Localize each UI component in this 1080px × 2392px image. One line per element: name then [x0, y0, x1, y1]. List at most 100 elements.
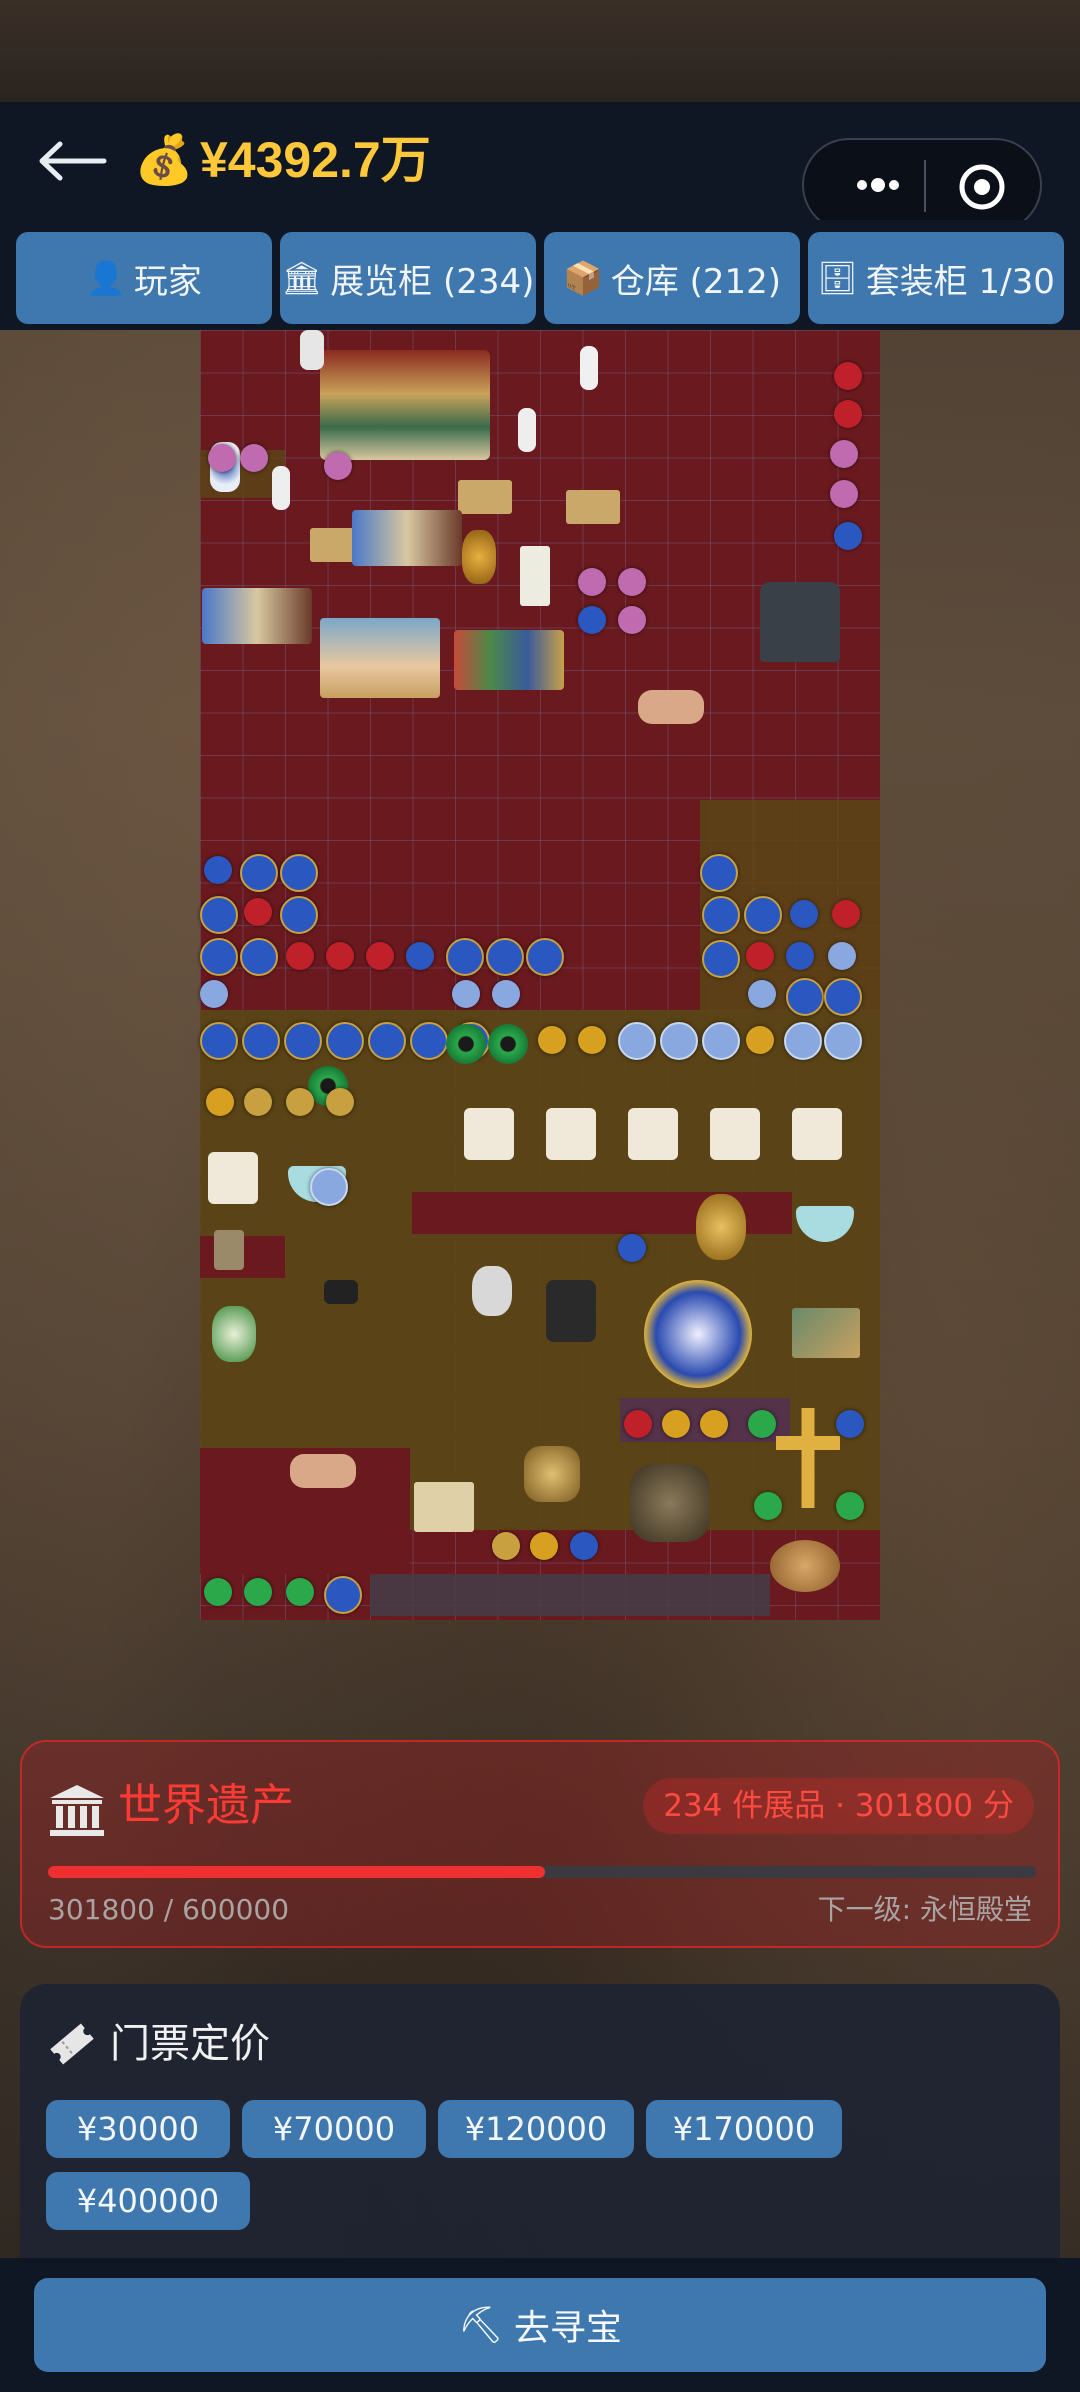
- faberge-egg-artifact[interactable]: [462, 530, 496, 584]
- figure-artifact[interactable]: [290, 1454, 356, 1488]
- gem[interactable]: [834, 522, 862, 550]
- incense-burner-artifact[interactable]: [630, 1464, 710, 1542]
- scroll-artifact[interactable]: [520, 546, 550, 606]
- gem[interactable]: [284, 1022, 322, 1060]
- jade-seal-artifact[interactable]: [464, 1108, 514, 1160]
- tablet-artifact[interactable]: [546, 1280, 596, 1342]
- gem[interactable]: [206, 1088, 234, 1116]
- gem[interactable]: [746, 942, 774, 970]
- clay-seal-artifact[interactable]: [770, 1540, 840, 1592]
- jade-seal-artifact[interactable]: [710, 1108, 760, 1160]
- gem[interactable]: [240, 938, 278, 976]
- price-option-button[interactable]: ¥170000: [646, 2100, 842, 2158]
- tab-warehouse[interactable]: 📦 仓库 (212): [544, 232, 800, 324]
- gem[interactable]: [824, 978, 862, 1016]
- gem[interactable]: [446, 938, 484, 976]
- gem[interactable]: [244, 1578, 272, 1606]
- price-option-button[interactable]: ¥30000: [46, 2100, 230, 2158]
- gem[interactable]: [326, 1088, 354, 1116]
- gem[interactable]: [366, 942, 394, 970]
- gem[interactable]: [280, 896, 318, 934]
- gem[interactable]: [832, 900, 860, 928]
- gem[interactable]: [702, 1022, 740, 1060]
- price-option-button[interactable]: ¥400000: [46, 2172, 250, 2230]
- gem[interactable]: [624, 1410, 652, 1438]
- gem[interactable]: [200, 980, 228, 1008]
- gem[interactable]: [660, 1022, 698, 1060]
- painting-artifact[interactable]: [352, 510, 462, 566]
- gem[interactable]: [286, 942, 314, 970]
- venus-painting-artifact[interactable]: [320, 618, 440, 698]
- gem[interactable]: [526, 938, 564, 976]
- statue-artifact[interactable]: [300, 330, 324, 370]
- jade-seal-artifact[interactable]: [208, 1152, 258, 1204]
- scale-artifact[interactable]: [214, 1230, 244, 1270]
- gem[interactable]: [578, 568, 606, 596]
- gem[interactable]: [326, 942, 354, 970]
- gem[interactable]: [406, 942, 434, 970]
- gem[interactable]: [578, 1026, 606, 1054]
- gem[interactable]: [702, 896, 740, 934]
- gem[interactable]: [244, 898, 272, 926]
- gem[interactable]: [280, 854, 318, 892]
- gem[interactable]: [570, 1532, 598, 1560]
- horse-statue-artifact[interactable]: [524, 1446, 580, 1502]
- close-target-icon[interactable]: [954, 162, 1010, 212]
- gem[interactable]: [836, 1492, 864, 1520]
- gem[interactable]: [824, 1022, 862, 1060]
- back-arrow-icon[interactable]: [34, 136, 110, 186]
- gem[interactable]: [748, 1410, 776, 1438]
- more-dots-icon[interactable]: [838, 162, 918, 208]
- gem[interactable]: [786, 978, 824, 1016]
- gem[interactable]: [244, 1088, 272, 1116]
- painting-artifact[interactable]: [202, 588, 312, 644]
- gem[interactable]: [240, 444, 268, 472]
- gem[interactable]: [746, 1026, 774, 1054]
- gem[interactable]: [834, 362, 862, 390]
- golden-cross-artifact[interactable]: [776, 1408, 840, 1508]
- jade-seal-artifact[interactable]: [546, 1108, 596, 1160]
- gem[interactable]: [662, 1410, 690, 1438]
- exhibition-cabinet-grid[interactable]: [200, 330, 880, 1620]
- gem[interactable]: [310, 1168, 348, 1206]
- jade-disc-artifact[interactable]: [446, 1024, 486, 1064]
- book-artifact[interactable]: [566, 490, 620, 524]
- gem[interactable]: [326, 1022, 364, 1060]
- gem[interactable]: [200, 1022, 238, 1060]
- gem[interactable]: [754, 1492, 782, 1520]
- phone-artifact[interactable]: [324, 1280, 358, 1304]
- gem[interactable]: [700, 1410, 728, 1438]
- cabbage-artifact[interactable]: [212, 1306, 256, 1362]
- gem[interactable]: [324, 452, 352, 480]
- gem[interactable]: [830, 440, 858, 468]
- gem[interactable]: [452, 980, 480, 1008]
- tab-exhibition[interactable]: 🏛 展览柜 (234): [280, 232, 536, 324]
- gem[interactable]: [748, 980, 776, 1008]
- gem[interactable]: [618, 1234, 646, 1262]
- gem[interactable]: [744, 896, 782, 934]
- price-option-button[interactable]: ¥120000: [438, 2100, 634, 2158]
- gem[interactable]: [784, 1022, 822, 1060]
- gem[interactable]: [324, 1576, 362, 1614]
- jade-seal-artifact[interactable]: [792, 1108, 842, 1160]
- golden-mask-artifact[interactable]: [696, 1194, 746, 1260]
- gem[interactable]: [486, 938, 524, 976]
- gem[interactable]: [286, 1578, 314, 1606]
- gem[interactable]: [786, 942, 814, 970]
- gem[interactable]: [790, 900, 818, 928]
- gem[interactable]: [618, 1022, 656, 1060]
- price-option-button[interactable]: ¥70000: [242, 2100, 426, 2158]
- gem[interactable]: [836, 1410, 864, 1438]
- sculpture-artifact[interactable]: [472, 1266, 512, 1316]
- gem[interactable]: [492, 980, 520, 1008]
- gem[interactable]: [700, 854, 738, 892]
- gem[interactable]: [530, 1532, 558, 1560]
- calligraphy-artifact[interactable]: [414, 1482, 474, 1532]
- ornate-plate-artifact[interactable]: [644, 1280, 752, 1388]
- gem[interactable]: [618, 606, 646, 634]
- gem[interactable]: [702, 940, 740, 978]
- statue-artifact[interactable]: [518, 408, 536, 452]
- gem[interactable]: [834, 400, 862, 428]
- gem[interactable]: [618, 568, 646, 596]
- jade-disc-artifact[interactable]: [488, 1024, 528, 1064]
